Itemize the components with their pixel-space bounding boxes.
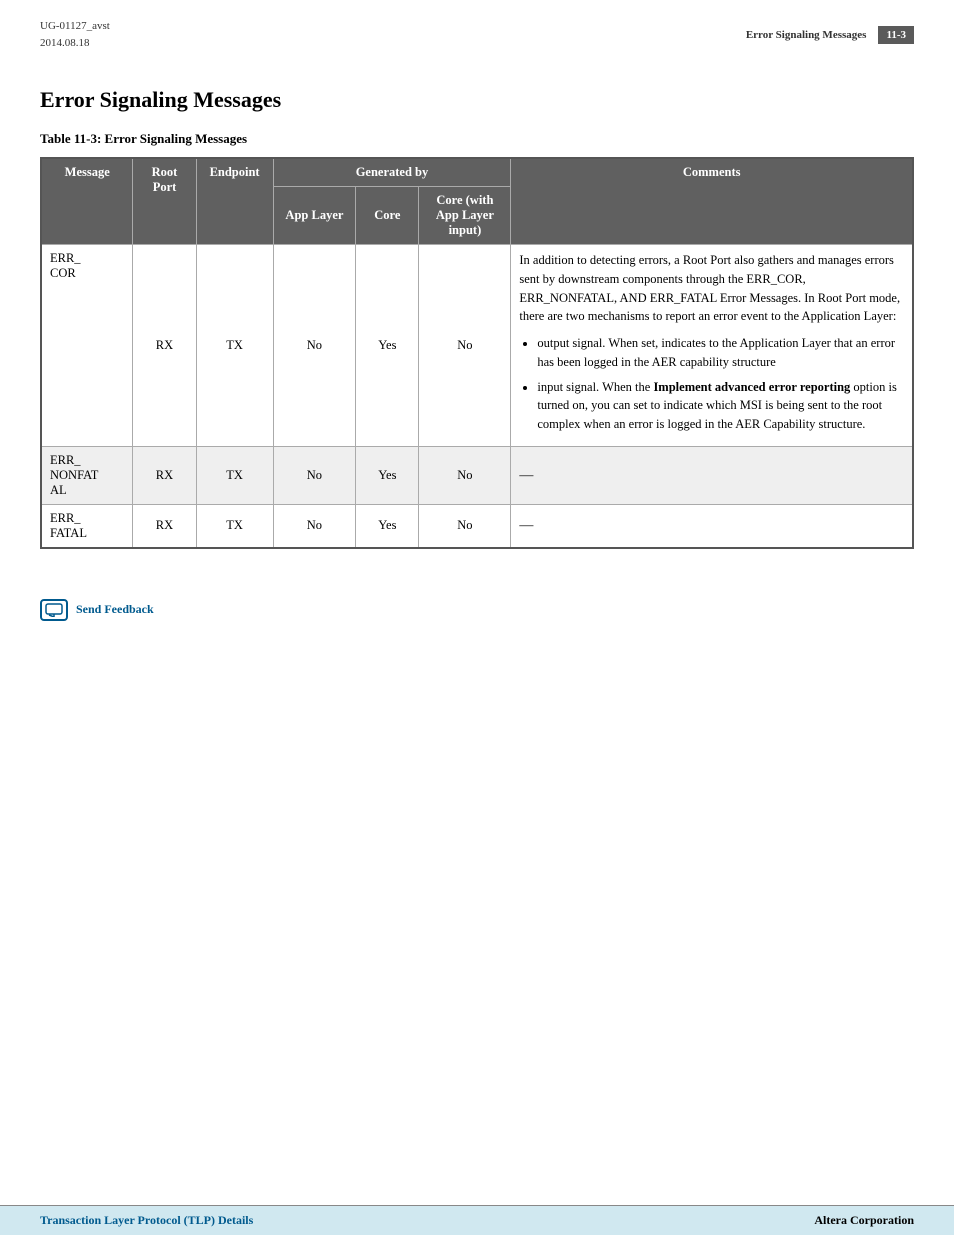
table-row: ERR_COR RX TX No Yes No In addition to d… (41, 245, 913, 447)
cell-comments-1: In addition to detecting errors, a Root … (511, 245, 913, 447)
cell-endpoint-3: TX (196, 504, 273, 548)
page-header: UG-01127_avst 2014.08.18 Error Signaling… (0, 0, 954, 59)
cell-core-app-1: No (419, 245, 511, 447)
footer-right: Altera Corporation (814, 1213, 914, 1228)
cell-message-2: ERR_NONFATAL (41, 446, 133, 504)
footer-left: Transaction Layer Protocol (TLP) Details (40, 1213, 253, 1228)
send-feedback-link[interactable]: Send Feedback (76, 602, 154, 617)
cell-core-app-2: No (419, 446, 511, 504)
doc-id: UG-01127_avst (40, 18, 110, 35)
doc-date: 2014.08.18 (40, 35, 110, 52)
header-page-num: 11-3 (878, 26, 914, 44)
cell-app-layer-1: No (273, 245, 356, 447)
table-title: Table 11-3: Error Signaling Messages (40, 131, 914, 147)
header-section-title: Error Signaling Messages (746, 29, 867, 41)
header-doc-info: UG-01127_avst 2014.08.18 (40, 18, 110, 51)
header-right: Error Signaling Messages 11-3 (746, 26, 914, 44)
cell-core-app-3: No (419, 504, 511, 548)
col-header-core-with-app: Core (with App Layer input) (419, 187, 511, 245)
table-row: ERR_NONFATAL RX TX No Yes No — (41, 446, 913, 504)
cell-app-layer-2: No (273, 446, 356, 504)
main-content: Error Signaling Messages Table 11-3: Err… (0, 59, 954, 589)
col-header-core: Core (356, 187, 419, 245)
bullet-1a: output signal. When set, indicates to th… (537, 334, 904, 372)
col-header-generated-by: Generated by (273, 158, 511, 187)
cell-app-layer-3: No (273, 504, 356, 548)
page-footer: Transaction Layer Protocol (TLP) Details… (0, 1205, 954, 1235)
error-signaling-table: Message Root Port Endpoint Generated by … (40, 157, 914, 549)
cell-core-2: Yes (356, 446, 419, 504)
bullet-1b: input signal. When the Implement advance… (537, 378, 904, 434)
cell-endpoint-1: TX (196, 245, 273, 447)
col-header-app-layer: App Layer (273, 187, 356, 245)
col-header-root-port: Root Port (133, 158, 196, 245)
feedback-area: Send Feedback (0, 589, 954, 701)
table-row: ERR_FATAL RX TX No Yes No — (41, 504, 913, 548)
page-title: Error Signaling Messages (40, 87, 914, 113)
col-header-comments: Comments (511, 158, 913, 245)
cell-root-port-3: RX (133, 504, 196, 548)
col-header-message: Message (41, 158, 133, 245)
cell-message-3: ERR_FATAL (41, 504, 133, 548)
cell-comments-3: — (511, 504, 913, 548)
col-header-endpoint: Endpoint (196, 158, 273, 245)
cell-core-3: Yes (356, 504, 419, 548)
cell-comments-2: — (511, 446, 913, 504)
cell-message-1: ERR_COR (41, 245, 133, 447)
cell-endpoint-2: TX (196, 446, 273, 504)
cell-root-port-2: RX (133, 446, 196, 504)
feedback-icon (40, 599, 68, 621)
cell-root-port-1: RX (133, 245, 196, 447)
cell-core-1: Yes (356, 245, 419, 447)
